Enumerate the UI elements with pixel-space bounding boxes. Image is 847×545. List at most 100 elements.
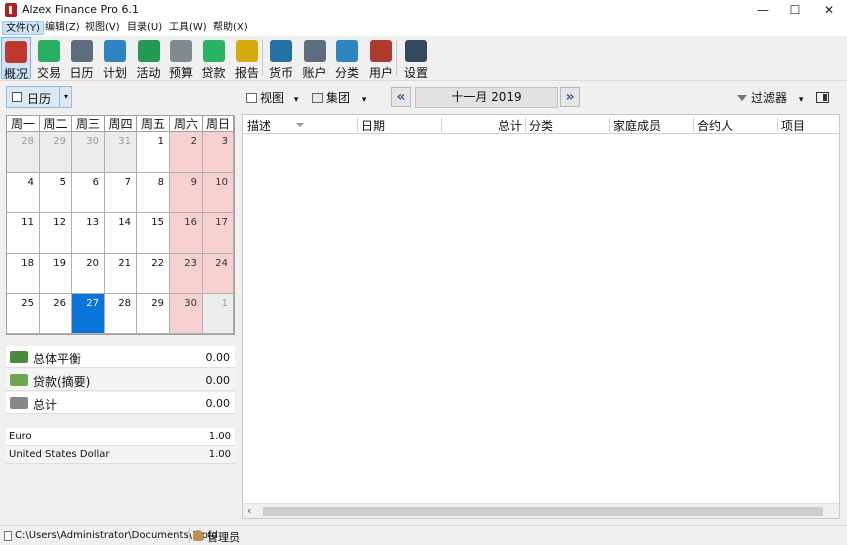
calendar-day[interactable]: 25: [7, 294, 40, 334]
calendar-day[interactable]: 26: [40, 294, 72, 334]
day-number: 30: [86, 136, 99, 147]
next-month-button[interactable]: »: [560, 87, 580, 107]
calendar-day[interactable]: 3: [203, 132, 234, 173]
current-month-display[interactable]: 十一月 2019: [415, 87, 558, 108]
view-icon: [246, 93, 257, 103]
toolbar-button-activity[interactable]: 活动: [133, 37, 164, 80]
close-button[interactable]: ✕: [813, 0, 845, 20]
toolbar-button-accounts[interactable]: 账户: [299, 37, 330, 80]
calendar-day[interactable]: 24: [203, 254, 234, 294]
menu-file[interactable]: 文件(Y): [2, 21, 44, 35]
calendar-day[interactable]: 29: [40, 132, 72, 173]
toolbar-button-budget[interactable]: 预算: [166, 37, 196, 80]
column-divider[interactable]: [357, 117, 358, 132]
calendar-day[interactable]: 6: [72, 173, 105, 213]
calendar-day[interactable]: 30: [170, 294, 203, 334]
toolbar-button-transactions[interactable]: 交易: [34, 37, 64, 80]
calendar-day[interactable]: 9: [170, 173, 203, 213]
calendar-day[interactable]: 27: [72, 294, 105, 334]
calendar-day[interactable]: 20: [72, 254, 105, 294]
summary-row[interactable]: 贷款(摘要) 0.00: [6, 369, 235, 391]
column-header-date[interactable]: 日期: [361, 117, 385, 134]
currency-rate-row[interactable]: United States Dollar 1.00: [6, 446, 235, 464]
calendar-day[interactable]: 1: [137, 132, 170, 173]
column-divider[interactable]: [441, 117, 442, 132]
toolbar-button-label: 概况: [3, 67, 28, 81]
calendar-day[interactable]: 1: [203, 294, 234, 334]
column-header-category[interactable]: 分类: [529, 117, 553, 134]
calendar-day[interactable]: 23: [170, 254, 203, 294]
toolbar-button-plan[interactable]: 计划: [99, 37, 131, 80]
column-divider[interactable]: [777, 117, 778, 132]
calendar-day[interactable]: 28: [7, 132, 40, 173]
calendar-view-button[interactable]: 日历 ▾: [6, 86, 72, 108]
calendar-day[interactable]: 10: [203, 173, 234, 213]
calendar-icon: [12, 92, 22, 102]
toolbar-button-currency[interactable]: 货币: [265, 37, 297, 80]
calendar-day[interactable]: 21: [105, 254, 137, 294]
scrollbar-thumb[interactable]: [263, 507, 823, 516]
summary-row[interactable]: 总计 0.00: [6, 392, 235, 414]
view-menu-button[interactable]: 视图 ▾: [246, 89, 298, 106]
prev-month-button[interactable]: «: [391, 87, 411, 107]
minimize-button[interactable]: —: [747, 0, 779, 20]
calendar-day[interactable]: 17: [203, 213, 234, 254]
group-menu-button[interactable]: 集团 ▾: [312, 89, 366, 106]
toolbar-button-loan[interactable]: 贷款: [198, 37, 229, 80]
toolbar-button-overview[interactable]: 概况: [1, 37, 31, 81]
menu-catalog[interactable]: 目录(U): [124, 21, 165, 35]
menu-edit[interactable]: 编辑(Z): [42, 21, 83, 35]
sort-arrow-icon: [296, 123, 304, 127]
user-icon: [193, 530, 203, 541]
column-header-contractor[interactable]: 合约人: [697, 117, 733, 134]
overview-icon: [5, 41, 27, 63]
calendar-day[interactable]: 13: [72, 213, 105, 254]
calendar-day[interactable]: 2: [170, 132, 203, 173]
calendar-day[interactable]: 28: [105, 294, 137, 334]
calendar-day[interactable]: 7: [105, 173, 137, 213]
calendar-day[interactable]: 15: [137, 213, 170, 254]
calendar-day[interactable]: 31: [105, 132, 137, 173]
calendar-day[interactable]: 19: [40, 254, 72, 294]
side-panel-toggle-icon[interactable]: [816, 92, 829, 103]
transactions-icon: [38, 40, 60, 62]
calendar-day[interactable]: 5: [40, 173, 72, 213]
menu-view[interactable]: 视图(V): [82, 21, 123, 35]
horizontal-scrollbar[interactable]: ‹: [243, 503, 839, 518]
toolbar-button-report[interactable]: 报告: [231, 37, 263, 80]
calendar-day[interactable]: 11: [7, 213, 40, 254]
calendar-day[interactable]: 29: [137, 294, 170, 334]
menu-help[interactable]: 帮助(X): [210, 21, 251, 35]
column-divider[interactable]: [693, 117, 694, 132]
column-divider[interactable]: [525, 117, 526, 132]
calendar-dropdown-arrow[interactable]: ▾: [59, 87, 72, 107]
menu-tools[interactable]: 工具(W): [166, 21, 210, 35]
filter-button[interactable]: 过滤器 ▾: [737, 89, 803, 106]
currency-rate: 1.00: [208, 449, 231, 460]
calendar-day[interactable]: 16: [170, 213, 203, 254]
column-header-project[interactable]: 项目: [781, 117, 805, 134]
toolbar-button-users[interactable]: 用户: [364, 37, 398, 80]
day-number: 30: [184, 298, 197, 309]
calendar-day[interactable]: 4: [7, 173, 40, 213]
calendar-day[interactable]: 12: [40, 213, 72, 254]
calendar-day[interactable]: 22: [137, 254, 170, 294]
toolbar-button-settings[interactable]: 设置: [400, 37, 432, 80]
calendar-day[interactable]: 18: [7, 254, 40, 294]
toolbar-button-label: 预算: [168, 66, 193, 80]
filter-icon: [737, 95, 747, 101]
calendar-day[interactable]: 14: [105, 213, 137, 254]
toolbar-button-categories[interactable]: 分类: [332, 37, 362, 80]
summary-row[interactable]: 总体平衡 0.00: [6, 346, 235, 368]
column-header-family-member[interactable]: 家庭成员: [613, 117, 661, 134]
currency-name: United States Dollar: [9, 449, 110, 460]
currency-rate-row[interactable]: Euro 1.00: [6, 428, 235, 446]
column-divider[interactable]: [609, 117, 610, 132]
scroll-left-icon[interactable]: ‹: [247, 504, 251, 517]
column-header-description[interactable]: 描述: [247, 117, 271, 134]
toolbar-button-calendar[interactable]: 日历: [66, 37, 97, 80]
maximize-button[interactable]: ☐: [779, 0, 811, 20]
calendar-day[interactable]: 8: [137, 173, 170, 213]
column-header-total[interactable]: 总计: [498, 117, 522, 134]
calendar-day[interactable]: 30: [72, 132, 105, 173]
